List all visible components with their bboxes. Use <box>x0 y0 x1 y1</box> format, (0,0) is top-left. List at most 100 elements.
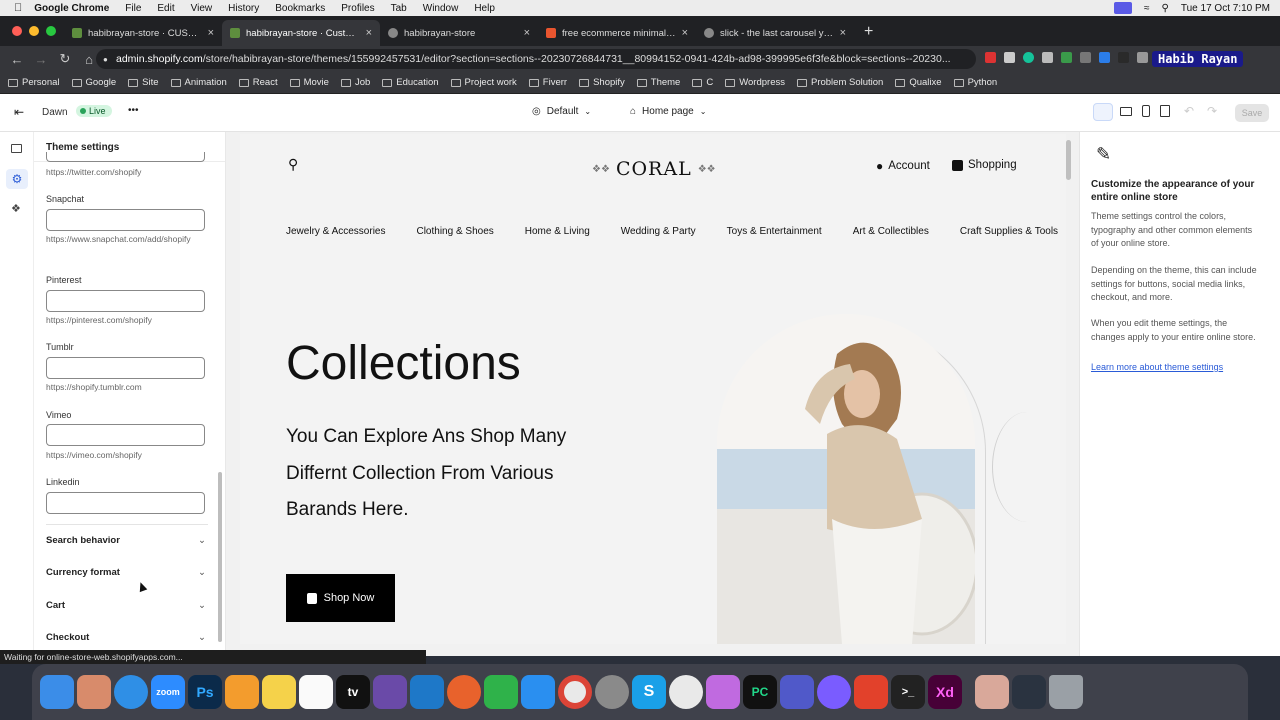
browser-tab[interactable]: slick - the last carousel you'll × <box>696 20 854 46</box>
bookmark-folder[interactable]: Theme <box>636 77 680 88</box>
zoom-window-icon[interactable] <box>46 26 56 36</box>
pycharm-icon[interactable]: PC <box>743 675 777 709</box>
accordion-cart[interactable]: Cart ⌄ <box>46 600 206 611</box>
reload-icon[interactable]: ↻ <box>58 51 72 67</box>
extension-icon[interactable] <box>1118 52 1129 63</box>
page-selector[interactable]: ⌂ Home page ⌄ <box>630 106 706 117</box>
fullscreen-icon[interactable] <box>1160 105 1170 117</box>
tumblr-field[interactable] <box>46 357 205 379</box>
bookmark-folder[interactable]: Education <box>382 77 439 88</box>
messenger-icon[interactable] <box>817 675 851 709</box>
wifi-icon[interactable]: ≈ <box>1144 3 1150 14</box>
sections-icon[interactable] <box>11 144 22 153</box>
menu-app-name[interactable]: Google Chrome <box>34 3 109 14</box>
menu-tab[interactable]: Tab <box>391 3 407 14</box>
bookmark-folder[interactable]: Qualixe <box>895 77 942 88</box>
bookmark-folder[interactable]: C <box>692 77 713 88</box>
learn-more-link[interactable]: Learn more about theme settings <box>1091 362 1223 372</box>
undo-icon[interactable]: ↶ <box>1184 104 1194 118</box>
system-settings-icon[interactable] <box>595 675 629 709</box>
search-icon[interactable]: ⚲ <box>1162 3 1169 14</box>
extension-icon[interactable] <box>1004 52 1015 63</box>
twitter-field[interactable] <box>46 152 205 162</box>
gradient-app-icon[interactable] <box>706 675 740 709</box>
minimize-window-icon[interactable] <box>29 26 39 36</box>
screen-thumbnail-icon[interactable] <box>1012 675 1046 709</box>
bookmark-folder[interactable]: Personal <box>8 77 60 88</box>
gear-icon[interactable]: ⚙ <box>6 169 28 189</box>
inspector-icon[interactable] <box>1093 103 1113 121</box>
adobe-xd-icon[interactable]: Xd <box>928 675 962 709</box>
pinterest-field[interactable] <box>46 290 205 312</box>
datetime[interactable]: Tue 17 Oct 7:10 PM <box>1181 3 1270 14</box>
nav-toys[interactable]: Toys & Entertainment <box>727 226 822 237</box>
back-icon[interactable]: ← <box>10 52 24 67</box>
photo-thumbnail-icon[interactable] <box>975 675 1009 709</box>
bookmark-folder[interactable]: Shopify <box>579 77 625 88</box>
url-bar[interactable]: ● admin.shopify.com/store/habibrayan-sto… <box>96 49 976 69</box>
search-icon[interactable]: ⚲ <box>288 156 298 173</box>
extension-icon[interactable] <box>1080 52 1091 63</box>
photoshop-icon[interactable]: Ps <box>188 675 222 709</box>
menu-profiles[interactable]: Profiles <box>341 3 374 14</box>
browser-tab[interactable]: free ecommerce minimal temp× <box>538 20 696 46</box>
extension-icon[interactable] <box>1061 52 1072 63</box>
sidebar-scrollbar[interactable] <box>218 472 222 642</box>
redo-icon[interactable]: ↷ <box>1207 104 1217 118</box>
menu-edit[interactable]: Edit <box>157 3 174 14</box>
accordion-checkout[interactable]: Checkout ⌄ <box>46 632 206 643</box>
bookmark-folder[interactable]: Project work <box>450 77 517 88</box>
menu-help[interactable]: Help <box>474 3 495 14</box>
menu-view[interactable]: View <box>191 3 213 14</box>
store-logo[interactable]: ❖❖ CORAL ❖❖ <box>592 158 716 180</box>
teams-icon[interactable] <box>780 675 814 709</box>
notes-icon[interactable] <box>262 675 296 709</box>
cart-link[interactable]: Shopping <box>952 159 1017 171</box>
nav-clothing[interactable]: Clothing & Shoes <box>416 226 493 237</box>
clock-icon[interactable] <box>669 675 703 709</box>
shop-now-button[interactable]: Shop Now <box>286 574 395 622</box>
vimeo-field[interactable] <box>46 424 205 446</box>
exit-icon[interactable]: ⇤ <box>14 105 24 119</box>
terminal-icon[interactable]: >_ <box>891 675 925 709</box>
numbers-icon[interactable] <box>484 675 518 709</box>
bookmark-folder[interactable]: Job <box>340 77 370 88</box>
accordion-currency-format[interactable]: Currency format ⌄ <box>46 567 206 578</box>
nav-wedding[interactable]: Wedding & Party <box>621 226 696 237</box>
nav-home-living[interactable]: Home & Living <box>525 226 590 237</box>
desktop-view-icon[interactable] <box>1120 107 1132 116</box>
nav-art[interactable]: Art & Collectibles <box>853 226 929 237</box>
bookmark-folder[interactable]: Movie <box>289 77 329 88</box>
zoom-icon[interactable]: zoom <box>151 675 185 709</box>
extension-icon[interactable] <box>1042 52 1053 63</box>
browser-tab-active[interactable]: habibrayan-store · Customize × <box>222 20 380 46</box>
apple-tv-icon[interactable]: tv <box>336 675 370 709</box>
menu-file[interactable]: File <box>125 3 141 14</box>
close-icon[interactable]: × <box>366 27 372 39</box>
launchpad-icon[interactable] <box>77 675 111 709</box>
mobile-view-icon[interactable] <box>1142 105 1150 117</box>
freeform-icon[interactable] <box>299 675 333 709</box>
preview-scrollbar[interactable] <box>1066 140 1071 180</box>
browser-tab[interactable]: habibrayan-store × <box>380 20 538 46</box>
more-actions-button[interactable]: ••• <box>128 105 139 116</box>
skype-icon[interactable]: S <box>632 675 666 709</box>
pages-icon[interactable] <box>225 675 259 709</box>
vscode-icon[interactable] <box>410 675 444 709</box>
trash-icon[interactable] <box>1049 675 1083 709</box>
bookmark-folder[interactable]: Wordpress <box>725 77 785 88</box>
firefox-icon[interactable] <box>447 675 481 709</box>
finder-icon[interactable] <box>40 675 74 709</box>
apps-icon[interactable]: ❖ <box>11 202 21 215</box>
bookmark-folder[interactable]: Problem Solution <box>796 77 883 88</box>
forward-icon[interactable]: → <box>34 52 48 67</box>
menu-window[interactable]: Window <box>423 3 459 14</box>
anydesk-icon[interactable] <box>854 675 888 709</box>
profile-badge[interactable]: Habib Rayan <box>1152 51 1244 67</box>
browser-tab[interactable]: habibrayan-store · CUSTOMER× <box>64 20 222 46</box>
safari-icon[interactable] <box>114 675 148 709</box>
bookmark-folder[interactable]: Google <box>71 77 116 88</box>
adblock-icon[interactable] <box>985 52 996 63</box>
bookmark-folder[interactable]: Fiverr <box>528 77 567 88</box>
chrome-icon[interactable] <box>558 675 592 709</box>
